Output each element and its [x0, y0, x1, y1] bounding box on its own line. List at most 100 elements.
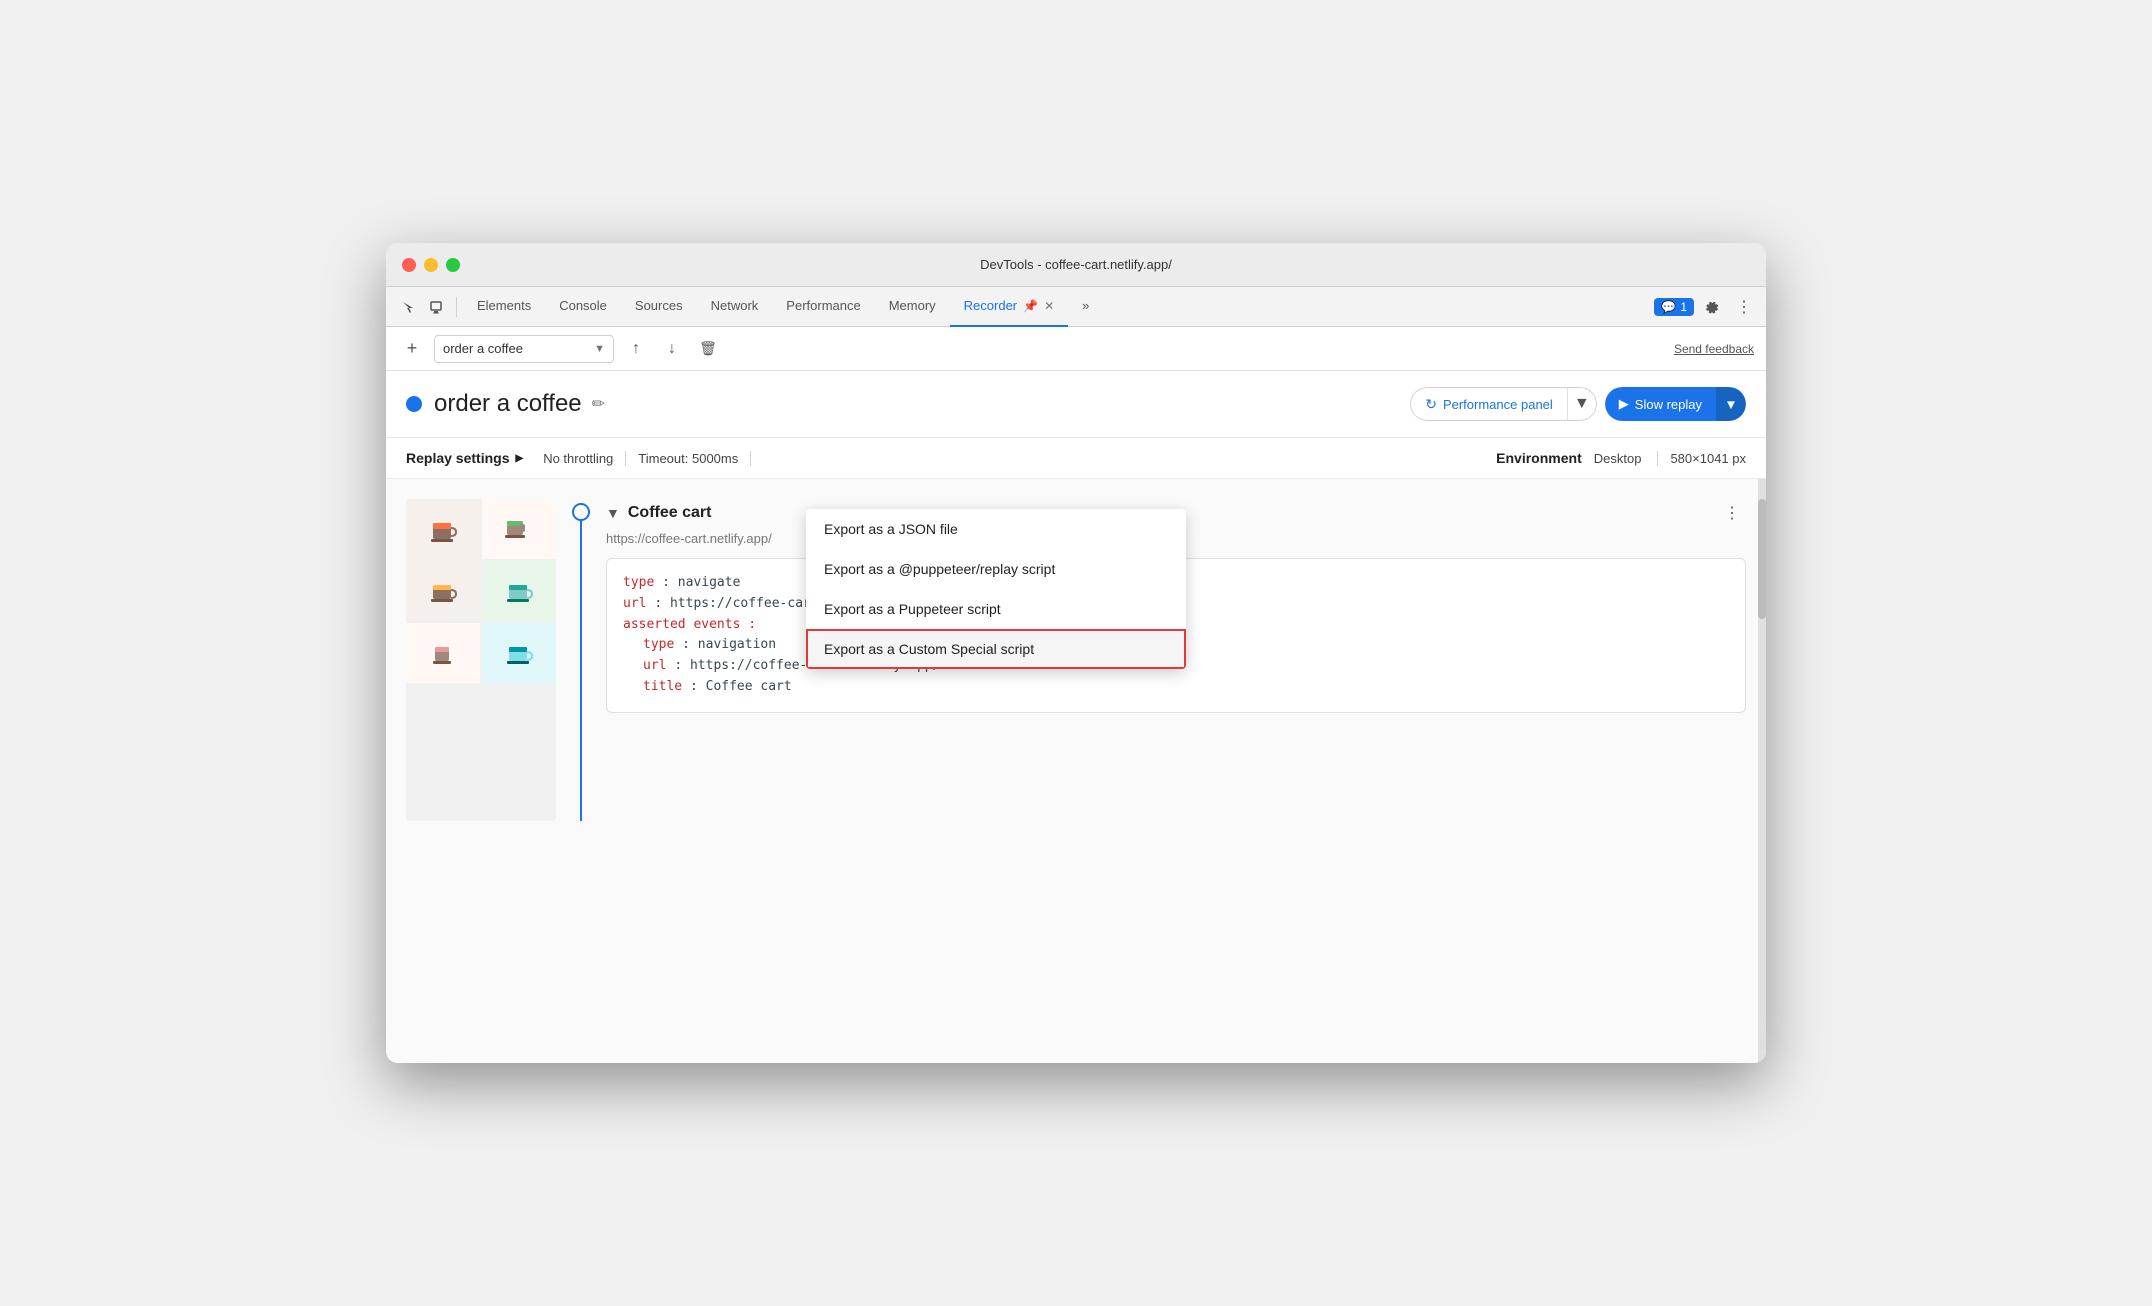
step-more-options-btn[interactable]: ⋮: [1718, 499, 1746, 527]
recording-header: order a coffee ✏ ↻ Performance panel ▼: [386, 371, 1766, 438]
thumbnail-coffee-icon-4: [499, 571, 539, 611]
performance-panel-main-btn[interactable]: ↻ Performance panel: [1410, 387, 1567, 421]
settings-arrow-icon: ▶: [515, 453, 523, 464]
maximize-button[interactable]: [446, 258, 460, 272]
slow-replay-dropdown-btn[interactable]: ▼: [1716, 387, 1746, 421]
tab-memory[interactable]: Memory: [875, 287, 950, 327]
recording-title: order a coffee: [434, 390, 582, 418]
devtools-tab-bar: Elements Console Sources Network Perform…: [386, 287, 1766, 327]
thumbnail-grid: [406, 499, 556, 683]
window-title: DevTools - coffee-cart.netlify.app/: [980, 257, 1172, 272]
recording-status-dot: [406, 396, 422, 412]
close-button[interactable]: [402, 258, 416, 272]
settings-details: No throttling Timeout: 5000ms: [543, 451, 751, 466]
step-title: Coffee cart: [628, 504, 712, 522]
thumbnail-cell-6: [482, 623, 556, 683]
three-dots-icon: ⋮: [1736, 297, 1752, 317]
thumbnail-cell-2: [482, 499, 556, 559]
environment-size: 580×1041 px: [1657, 451, 1746, 466]
upload-icon: ↑: [632, 340, 640, 358]
scrollbar-thumb[interactable]: [1758, 499, 1766, 619]
refresh-icon: ↻: [1425, 396, 1437, 413]
code-key-url2: url: [643, 658, 666, 673]
play-icon: ▶: [1619, 396, 1629, 412]
thumbnail-coffee-icon-1: [423, 509, 463, 549]
delete-recording-btn[interactable]: 🗑: [694, 335, 722, 363]
thumbnail-coffee-icon-3: [423, 571, 463, 611]
environment-label: Environment: [1496, 450, 1582, 466]
thumbnail-coffee-icon-2: [499, 509, 539, 549]
export-custom-special-item[interactable]: Export as a Custom Special script: [806, 629, 1186, 669]
export-dropdown-menu: Export as a JSON file Export as a @puppe…: [806, 509, 1186, 669]
cursor-icon: [401, 300, 415, 314]
thumbnail-coffee-icon-6: [499, 633, 539, 673]
code-value-navigation: : navigation: [682, 637, 776, 652]
title-bar: DevTools - coffee-cart.netlify.app/: [386, 243, 1766, 287]
devtools-window: DevTools - coffee-cart.netlify.app/ Elem…: [386, 243, 1766, 1063]
timeline-dot: [572, 503, 590, 521]
thumbnail-cell-4: [482, 561, 556, 621]
replay-settings-toggle[interactable]: Replay settings ▶: [406, 450, 523, 466]
step-expand-icon[interactable]: ▼: [606, 505, 620, 521]
recording-toolbar: + order a coffee ▼ ↑ ↓ 🗑 Send feedback: [386, 327, 1766, 371]
main-content: order a coffee ✏ ↻ Performance panel ▼: [386, 371, 1766, 1063]
throttling-setting: No throttling: [543, 451, 626, 466]
tab-more[interactable]: »: [1068, 287, 1103, 327]
add-recording-btn[interactable]: +: [398, 335, 426, 363]
delete-icon: 🗑: [699, 340, 717, 357]
code-key-title: title: [643, 679, 682, 694]
code-key-asserted: asserted events: [623, 617, 740, 632]
code-value-navigate: : navigate: [662, 575, 740, 590]
settings-btn[interactable]: [1698, 293, 1726, 321]
code-colon-asserted: :: [748, 617, 756, 632]
feedback-chat-badge[interactable]: 💬 1: [1654, 298, 1694, 316]
tab-separator: [456, 297, 457, 317]
settings-row: Replay settings ▶ No throttling Timeout:…: [386, 438, 1766, 479]
tab-performance[interactable]: Performance: [772, 287, 874, 327]
minimize-button[interactable]: [424, 258, 438, 272]
performance-panel-dropdown-btn[interactable]: ▼: [1567, 387, 1597, 421]
performance-panel-button-group: ↻ Performance panel ▼: [1410, 387, 1597, 421]
send-feedback-link[interactable]: Send feedback: [1674, 342, 1754, 356]
recording-name-dropdown[interactable]: order a coffee ▼: [434, 335, 614, 363]
export-btn[interactable]: ↓: [658, 335, 686, 363]
environment-section: Environment Desktop 580×1041 px: [1496, 450, 1746, 466]
export-puppeteer-replay-item[interactable]: Export as a @puppeteer/replay script: [806, 549, 1186, 589]
tab-sources[interactable]: Sources: [621, 287, 697, 327]
cursor-icon-btn[interactable]: [394, 293, 422, 321]
export-puppeteer-item[interactable]: Export as a Puppeteer script: [806, 589, 1186, 629]
code-key-url: url: [623, 596, 646, 611]
chat-icon: 💬: [1661, 300, 1676, 314]
edit-title-icon[interactable]: ✏: [592, 394, 605, 414]
recorder-close-icon[interactable]: ✕: [1044, 299, 1054, 313]
slow-replay-button-group: ▶ Slow replay ▼: [1605, 387, 1746, 421]
code-line-6: title : Coffee cart: [623, 677, 1729, 698]
step-timeline: [572, 499, 590, 821]
tab-network[interactable]: Network: [697, 287, 773, 327]
chevron-down-icon-white: ▼: [1724, 397, 1737, 412]
code-key-type: type: [623, 575, 654, 590]
tab-elements[interactable]: Elements: [463, 287, 545, 327]
slow-replay-main-btn[interactable]: ▶ Slow replay: [1605, 387, 1716, 421]
device-icon: [429, 300, 443, 314]
timeout-setting: Timeout: 5000ms: [626, 451, 751, 466]
thumbnail-cell-3: [406, 561, 480, 621]
timeline-line: [580, 521, 582, 821]
upload-btn[interactable]: ↑: [622, 335, 650, 363]
gear-icon: [1704, 299, 1720, 315]
thumbnail-cell-1: [406, 499, 480, 559]
thumbnail-cell-5: [406, 623, 480, 683]
traffic-lights: [402, 258, 460, 272]
more-options-btn[interactable]: ⋮: [1730, 293, 1758, 321]
tab-recorder[interactable]: Recorder 📌 ✕: [950, 287, 1068, 327]
environment-type: Desktop: [1594, 451, 1642, 466]
step-thumbnail: [406, 499, 556, 821]
export-icon: ↓: [668, 340, 676, 358]
code-value-title: : Coffee cart: [690, 679, 792, 694]
thumbnail-coffee-icon-5: [423, 633, 463, 673]
scrollbar-track: [1758, 479, 1766, 1063]
export-json-item[interactable]: Export as a JSON file: [806, 509, 1186, 549]
dropdown-chevron-icon: ▼: [594, 343, 605, 355]
device-icon-btn[interactable]: [422, 293, 450, 321]
tab-console[interactable]: Console: [545, 287, 621, 327]
